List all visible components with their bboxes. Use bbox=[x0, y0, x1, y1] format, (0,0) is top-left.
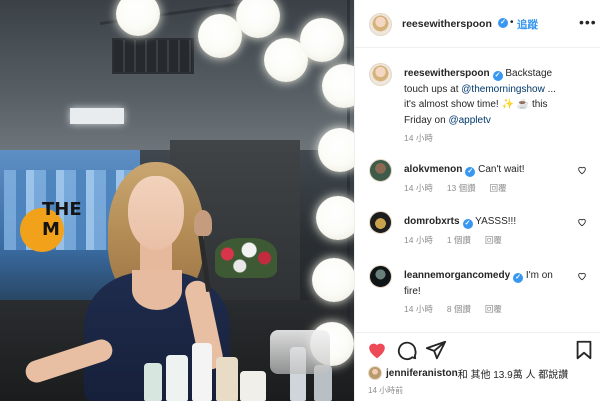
comment-body: YASSS!!! bbox=[472, 216, 517, 227]
comment-heart-icon[interactable] bbox=[577, 217, 587, 227]
comment-time: 14 小時 bbox=[404, 183, 433, 193]
likes-count-text[interactable]: 和 其他 13.9萬 人 都說讚 bbox=[458, 366, 569, 381]
follow-button[interactable]: 追蹤 bbox=[517, 17, 538, 32]
comment-text: leannemorgancomedy ✓ I'm on fire! bbox=[404, 268, 569, 299]
comment-likes[interactable]: 1 個讚 bbox=[447, 235, 471, 245]
comment-likes[interactable]: 13 個讚 bbox=[447, 183, 476, 193]
comment-time: 14 小時 bbox=[404, 235, 433, 245]
mirror-bulb bbox=[312, 258, 354, 302]
author-avatar[interactable] bbox=[369, 13, 392, 36]
verified-badge-icon: ✓ bbox=[498, 18, 508, 28]
comment-heart-icon[interactable] bbox=[577, 165, 587, 175]
bookmark-icon[interactable] bbox=[573, 339, 595, 361]
comment-avatar[interactable] bbox=[369, 265, 392, 288]
verified-badge-icon: ✓ bbox=[492, 71, 503, 81]
post-actions: jenniferaniston 和 其他 13.9萬 人 都說讚 14 小時前 bbox=[355, 332, 600, 401]
comment-icon[interactable] bbox=[396, 339, 418, 361]
comment-username[interactable]: alokvmenon bbox=[404, 164, 462, 175]
header-separator: • bbox=[510, 17, 514, 28]
liker-username[interactable]: jenniferaniston bbox=[386, 368, 458, 379]
comment-username[interactable]: domrobxrts bbox=[404, 216, 460, 227]
share-icon[interactable] bbox=[425, 339, 447, 361]
comment-avatar[interactable] bbox=[369, 211, 392, 234]
photo-glass-jar bbox=[270, 330, 330, 374]
mention-link[interactable]: @appletv bbox=[448, 115, 490, 126]
comment-meta: 14 小時 8 個讚 回覆 bbox=[404, 303, 516, 315]
author-username[interactable]: reesewitherspoon bbox=[402, 18, 492, 30]
comment-likes[interactable]: 8 個讚 bbox=[447, 304, 471, 314]
heart-icon[interactable] bbox=[366, 339, 388, 361]
comment-text: domrobxrts ✓ YASSS!!! bbox=[404, 214, 569, 230]
comment-reply-button[interactable]: 回覆 bbox=[490, 183, 507, 193]
mirror-bulb bbox=[316, 196, 354, 240]
caption-time: 14 小時 bbox=[404, 133, 433, 143]
more-options-icon[interactable]: ••• bbox=[579, 14, 597, 30]
mirror-bulb bbox=[318, 128, 354, 172]
comment-avatar[interactable] bbox=[369, 159, 392, 182]
caption-avatar[interactable] bbox=[369, 63, 392, 86]
caption-username[interactable]: reesewitherspoon bbox=[404, 68, 490, 79]
comment-time: 14 小時 bbox=[404, 304, 433, 314]
liker-avatar bbox=[368, 366, 382, 380]
comment-meta: 14 小時 13 個讚 回覆 bbox=[404, 182, 521, 194]
verified-badge-icon: ✓ bbox=[462, 219, 473, 229]
mention-link[interactable]: @themorningshow bbox=[461, 84, 545, 95]
mirror-bulb bbox=[300, 18, 344, 62]
mirror-bulb bbox=[198, 14, 242, 58]
post-header: reesewitherspoon ✓ • 追蹤 ••• bbox=[355, 0, 600, 48]
comments-list[interactable]: reesewitherspoon ✓ Backstage touch ups at… bbox=[355, 48, 600, 332]
comment-body: Can't wait! bbox=[475, 164, 525, 175]
comment-username[interactable]: leannemorgancomedy bbox=[404, 270, 510, 281]
comment-reply-button[interactable]: 回覆 bbox=[485, 304, 502, 314]
caption-meta: 14 小時 bbox=[404, 132, 447, 144]
post-photo[interactable]: THE M bbox=[0, 0, 354, 401]
caption-text: reesewitherspoon ✓ Backstage touch ups at… bbox=[404, 66, 569, 128]
comment-reply-button[interactable]: 回覆 bbox=[485, 235, 502, 245]
verified-badge-icon: ✓ bbox=[465, 167, 476, 177]
likes-summary[interactable]: jenniferaniston 和 其他 13.9萬 人 都說讚 bbox=[368, 365, 568, 381]
comment-meta: 14 小時 1 個讚 回覆 bbox=[404, 234, 516, 246]
verified-badge-icon: ✓ bbox=[513, 273, 524, 283]
comment-heart-icon[interactable] bbox=[577, 271, 587, 281]
post-sidebar: reesewitherspoon ✓ • 追蹤 ••• reesewithers… bbox=[354, 0, 600, 401]
comment-text: alokvmenon ✓ Can't wait! bbox=[404, 162, 569, 178]
post-timestamp: 14 小時前 bbox=[368, 386, 404, 395]
instagram-post: THE M reesewitherspoon ✓ • 追蹤 ••• reesew… bbox=[0, 0, 600, 401]
